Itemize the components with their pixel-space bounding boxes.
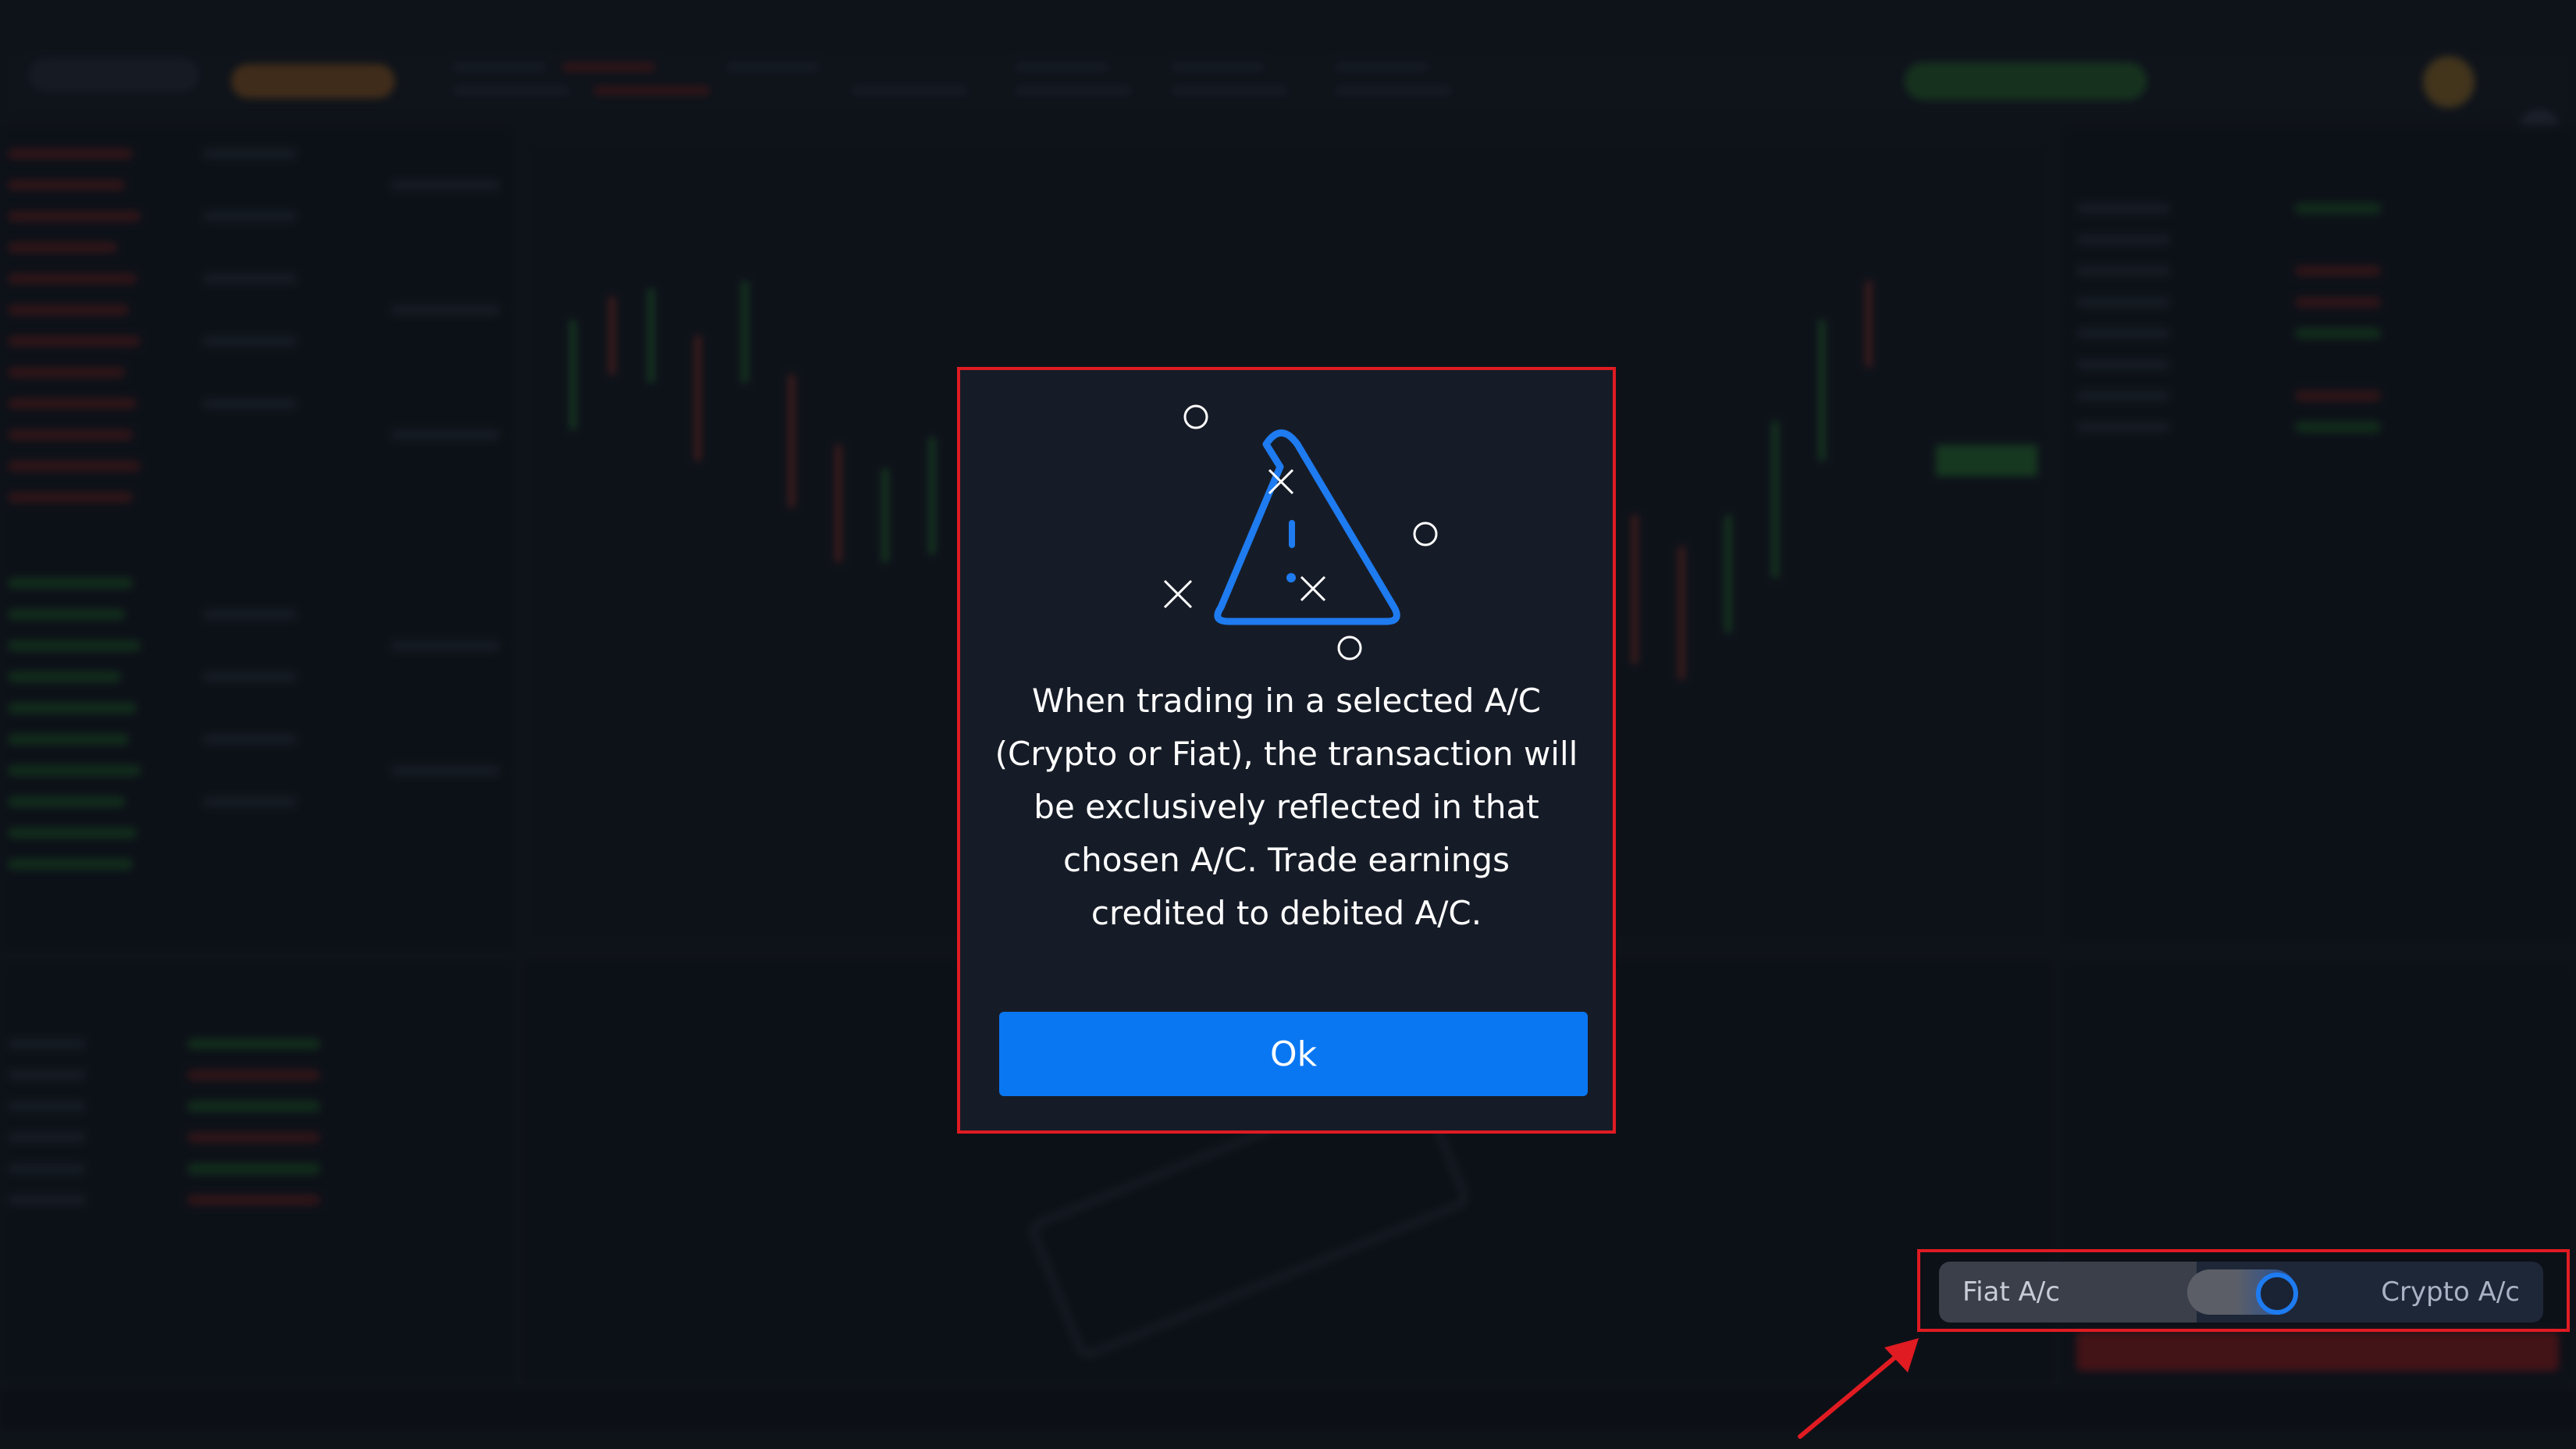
warning-message: When trading in a selected A/C (Crypto o…	[994, 682, 1578, 932]
switch-knob[interactable]	[2256, 1273, 2298, 1315]
ok-button[interactable]: Ok	[999, 1012, 1588, 1096]
crypto-account-label[interactable]: Crypto A/c	[2381, 1262, 2520, 1323]
fiat-account-label: Fiat A/c	[1962, 1276, 2060, 1308]
warning-triangle-icon	[1163, 404, 1438, 660]
account-type-toggle[interactable]: Fiat A/c Crypto A/c	[1939, 1262, 2543, 1323]
account-warning-modal: When trading in a selected A/C (Crypto o…	[957, 367, 1616, 1134]
pointer-arrow-icon	[1798, 1338, 1919, 1439]
account-switch[interactable]	[2187, 1269, 2298, 1315]
fiat-account-option[interactable]: Fiat A/c	[1939, 1262, 2197, 1323]
